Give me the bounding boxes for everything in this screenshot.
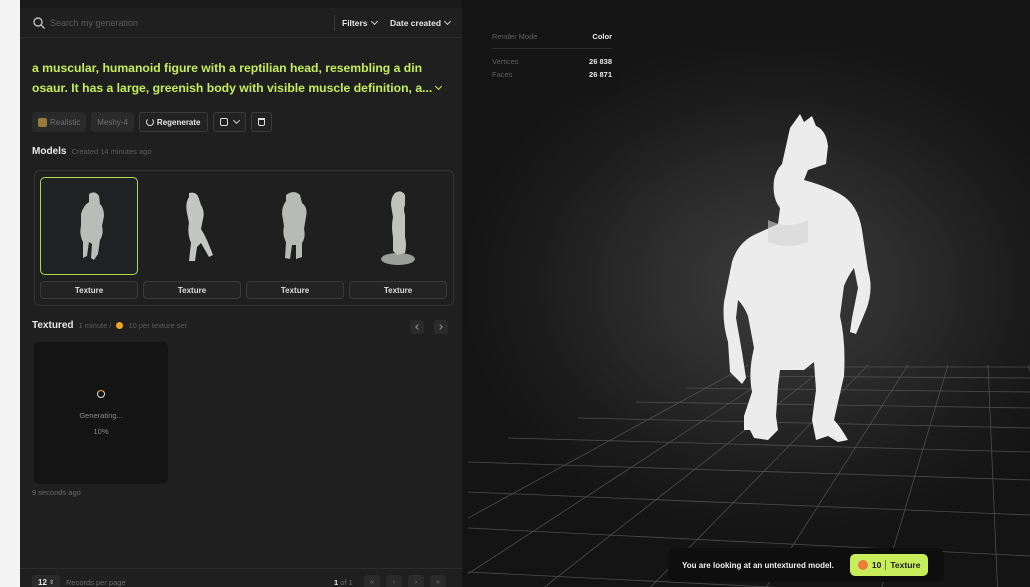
sort-button[interactable]: Date created (390, 15, 452, 31)
texture-button-label: Texture (383, 285, 413, 295)
texture-button-label: Texture (74, 285, 104, 295)
texture-button-3[interactable]: Texture (246, 281, 344, 299)
realistic-style-icon (38, 117, 47, 127)
loading-spinner-icon (97, 389, 105, 398)
left-edge-strip (0, 0, 20, 587)
textured-next-button[interactable] (434, 320, 448, 334)
generation-status: Generating... (79, 410, 123, 420)
textured-title: Textured (32, 320, 74, 331)
chevron-right-icon (437, 324, 443, 330)
texture-button-2[interactable]: Texture (143, 281, 241, 299)
filters-button[interactable]: Filters (342, 15, 378, 31)
chevron-down-icon (232, 116, 240, 125)
chevron-down-icon (443, 17, 452, 26)
textured-cost: 10 per texture set (128, 321, 187, 330)
chevron-down-icon[interactable] (435, 82, 443, 91)
sort-label: Date created (390, 18, 442, 28)
copy-menu-button[interactable] (212, 112, 246, 132)
credit-coin-icon (116, 322, 124, 329)
cta-label: Texture (890, 560, 921, 570)
first-page-icon: « (370, 578, 374, 586)
untextured-notice: You are looking at an untextured model. … (668, 548, 944, 582)
trash-icon (257, 118, 265, 126)
divider (885, 560, 887, 570)
models-header: Models Created 14 minutes ago (32, 146, 152, 157)
model-label: Meshy-4 (97, 117, 128, 127)
render-mode-row[interactable]: Render Mode Color (492, 30, 612, 43)
faces-row: Faces 26 871 (492, 68, 612, 81)
regenerate-icon (145, 118, 154, 126)
model-preview-image (381, 191, 415, 265)
textured-time: 1 minute / (78, 321, 112, 330)
textured-header: Textured 1 minute / 10 per texture set (32, 320, 187, 331)
records-per-page-label: Records per page (66, 578, 126, 587)
chevron-left-icon: ‹ (392, 578, 396, 586)
search-input[interactable] (50, 15, 320, 31)
texture-cta-button[interactable]: 10 Texture (849, 554, 929, 576)
generation-panel: Filters Date created a muscular, humanoi… (20, 8, 462, 587)
models-grid: Texture Texture Texture Texture (34, 170, 454, 306)
3d-viewport[interactable]: Render Mode Color Vertices 26 838 Faces … (468, 0, 1030, 587)
chevron-right-icon: › (414, 578, 418, 586)
copy-icon (219, 118, 228, 126)
page-current: 1 (334, 578, 339, 587)
notice-text: You are looking at an untextured model. (682, 560, 834, 570)
texture-button-label: Texture (177, 285, 207, 295)
divider (334, 15, 335, 31)
delete-button[interactable] (250, 112, 272, 132)
chevron-down-icon (370, 17, 378, 26)
page-indicator: 1 of 1 (334, 578, 353, 587)
prev-page-button[interactable]: ‹ (386, 575, 402, 587)
credit-coin-icon (857, 560, 868, 570)
models-subtitle: Created 14 minutes ago (71, 147, 152, 156)
prompt-line-2: osaur. It has a large, greenish body wit… (32, 81, 433, 95)
style-label: Realistic (50, 117, 81, 127)
faces-label: Faces (492, 70, 513, 79)
vertices-value: 26 838 (589, 57, 612, 66)
regenerate-label: Regenerate (156, 117, 201, 127)
last-page-icon: » (436, 578, 440, 586)
updown-icon: ⇕ (48, 579, 54, 586)
page-total: of 1 (340, 578, 353, 587)
texture-generation-card[interactable]: Generating... 10% (34, 342, 168, 484)
cta-cost: 10 (871, 560, 882, 570)
last-page-button[interactable]: » (430, 575, 446, 587)
search-icon (33, 17, 45, 29)
model-tag: Meshy-4 (91, 112, 134, 132)
divider (492, 48, 612, 49)
generation-tags: Realistic Meshy-4 Regenerate (32, 112, 272, 132)
texture-button-4[interactable]: Texture (349, 281, 447, 299)
regenerate-button[interactable]: Regenerate (138, 112, 208, 132)
generation-age: 9 seconds ago (32, 488, 81, 497)
texture-button-1[interactable]: Texture (40, 281, 138, 299)
model-thumbnail-3[interactable] (246, 177, 344, 275)
records-per-page-select[interactable]: 12 ⇕ (32, 575, 60, 587)
models-title: Models (32, 146, 67, 157)
model-thumbnail-4[interactable] (349, 177, 447, 275)
render-mode-label: Render Mode (492, 32, 538, 41)
prompt-text[interactable]: a muscular, humanoid figure with a repti… (32, 58, 452, 98)
model-preview-image (80, 192, 104, 260)
render-mode-value: Color (592, 32, 612, 41)
chevron-left-icon (415, 324, 421, 330)
next-page-button[interactable]: › (408, 575, 424, 587)
generation-progress: 10% (93, 426, 109, 436)
faces-value: 26 871 (589, 70, 612, 79)
vertices-row: Vertices 26 838 (492, 55, 612, 68)
vertices-label: Vertices (492, 57, 519, 66)
model-thumbnail-2[interactable] (143, 177, 241, 275)
textured-prev-button[interactable] (410, 320, 424, 334)
prompt-line-1: a muscular, humanoid figure with a repti… (32, 61, 423, 75)
model-thumbnail-1[interactable] (40, 177, 138, 275)
style-tag: Realistic (32, 112, 87, 132)
model-stats-panel: Render Mode Color Vertices 26 838 Faces … (484, 20, 620, 96)
model-preview-image (186, 192, 213, 261)
model-preview-image (282, 192, 307, 259)
first-page-button[interactable]: « (364, 575, 380, 587)
filters-label: Filters (342, 18, 368, 28)
search-bar: Filters Date created (20, 8, 462, 38)
pagination-footer: 12 ⇕ Records per page 1 of 1 « ‹ › » (20, 568, 462, 587)
records-per-page-value: 12 (38, 577, 47, 587)
texture-button-label: Texture (280, 285, 310, 295)
